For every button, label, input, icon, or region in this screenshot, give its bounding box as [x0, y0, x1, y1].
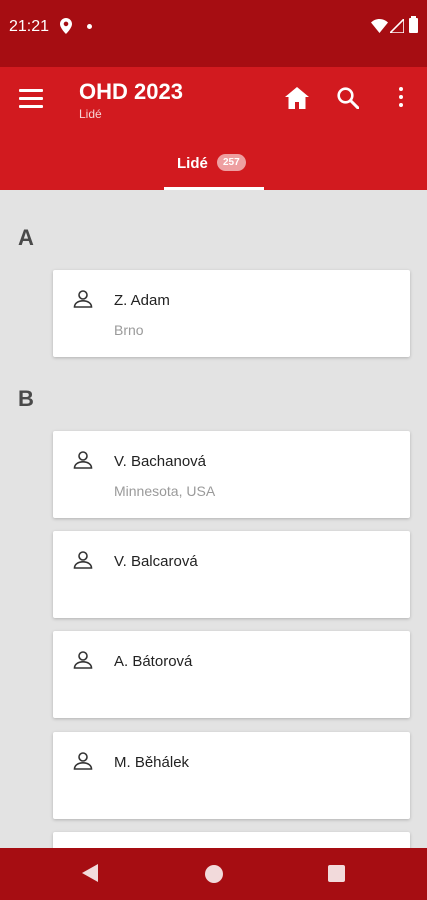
- person-location: Minnesota, USA: [114, 483, 216, 499]
- person-card[interactable]: Z. Adam Brno: [53, 270, 410, 357]
- person-icon: [73, 651, 93, 669]
- person-icon: [73, 752, 93, 770]
- more-vert-icon[interactable]: [393, 87, 409, 109]
- tab-count-badge: 257: [217, 154, 246, 171]
- home-icon[interactable]: [285, 87, 309, 109]
- person-name: V. Bachanová: [114, 453, 207, 470]
- tab-label: Lidé: [177, 155, 208, 172]
- search-icon[interactable]: [337, 87, 359, 109]
- menu-icon[interactable]: [19, 89, 43, 109]
- back-icon[interactable]: [82, 864, 98, 882]
- location-icon: [60, 18, 72, 34]
- section-header-b: B: [18, 386, 34, 411]
- person-card[interactable]: V. Bachanová Minnesota, USA: [53, 431, 410, 518]
- person-name: M. Běhálek: [114, 754, 190, 771]
- person-card[interactable]: A. Bátorová: [53, 631, 410, 718]
- recents-icon[interactable]: [328, 865, 345, 882]
- signal-icon: [390, 19, 404, 33]
- app-subtitle: Lidé: [79, 107, 102, 121]
- person-icon: [73, 451, 93, 469]
- system-nav-bar: [0, 848, 427, 900]
- tab-people[interactable]: Lidé 257: [164, 145, 264, 190]
- app-bar: OHD 2023 Lidé Lidé 257: [0, 67, 427, 190]
- battery-icon: [409, 16, 418, 33]
- status-time: 21:21: [9, 18, 50, 35]
- notification-dot-icon: [87, 24, 92, 29]
- person-icon: [73, 290, 93, 308]
- section-header-a: A: [18, 225, 34, 250]
- person-card[interactable]: M. Běhálek: [53, 732, 410, 819]
- app-title: OHD 2023: [79, 79, 183, 104]
- home-button-icon[interactable]: [205, 865, 223, 883]
- person-name: V. Balcarová: [114, 553, 198, 570]
- person-location: Brno: [114, 322, 144, 338]
- person-name: Z. Adam: [114, 292, 170, 309]
- person-name: A. Bátorová: [114, 653, 193, 670]
- wifi-icon: [371, 19, 388, 33]
- person-card[interactable]: V. Balcarová: [53, 531, 410, 618]
- status-bar: 21:21: [0, 0, 427, 67]
- person-icon: [73, 551, 93, 569]
- tab-indicator: [164, 187, 264, 190]
